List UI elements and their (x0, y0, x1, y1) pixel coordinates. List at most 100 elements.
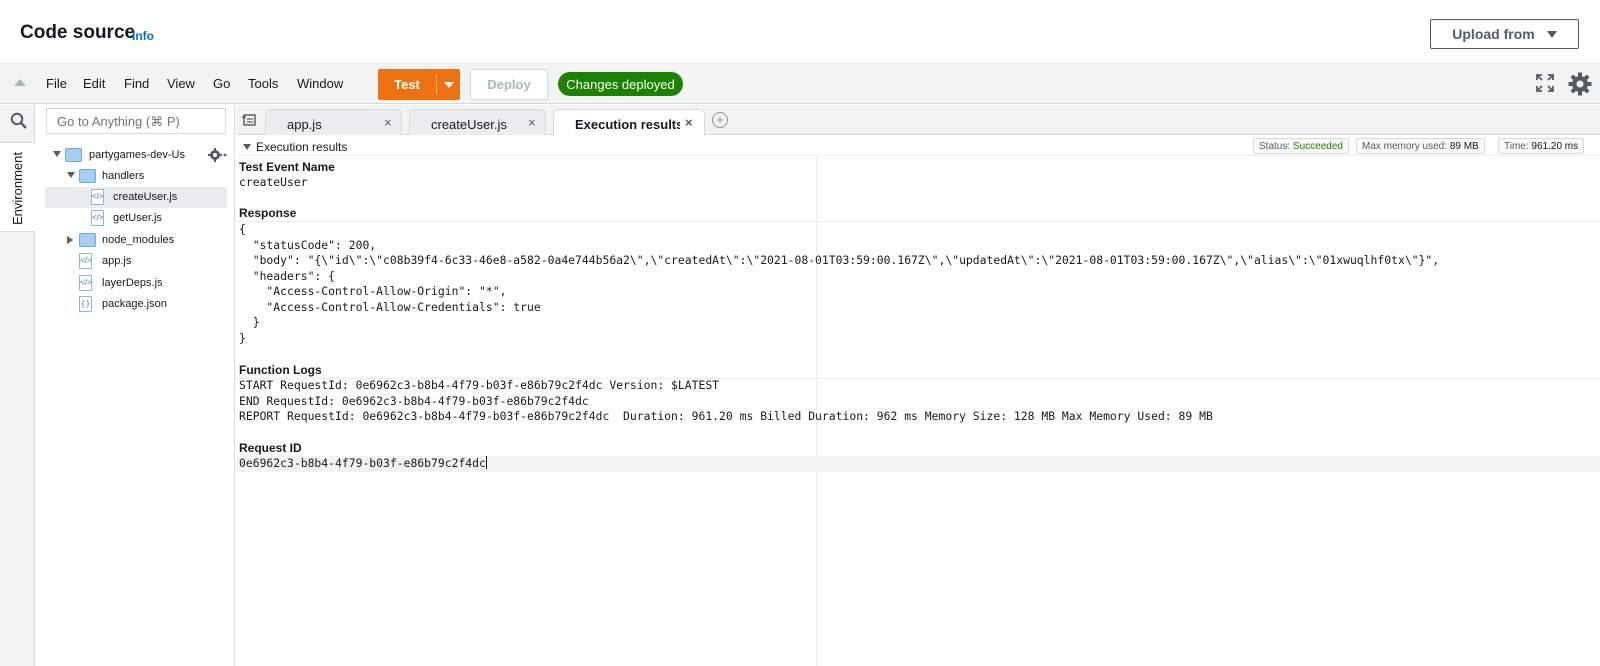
menu-view[interactable]: View (167, 76, 195, 91)
execution-results-panel: Execution results Status: Succeeded Max … (236, 136, 1600, 666)
folder-icon (79, 233, 96, 247)
tab-app-js[interactable]: app.js × (265, 109, 402, 135)
time-indicator: Time: 961.20 ms (1498, 138, 1585, 154)
status-badge: Changes deployed (558, 72, 683, 96)
response-line: "headers": { (239, 268, 336, 283)
collapse-arrow-icon (67, 236, 73, 244)
expand-icon (53, 151, 61, 157)
side-rail: Environment (0, 105, 35, 666)
close-icon[interactable]: × (528, 115, 536, 130)
test-button[interactable]: Test (378, 69, 460, 100)
response-line: { (239, 222, 246, 236)
upload-from-button[interactable]: Upload from (1430, 19, 1579, 49)
max-memory-indicator: Max memory used: 89 MB (1356, 138, 1485, 154)
close-icon[interactable]: × (384, 115, 392, 130)
js-file-icon: </> (91, 189, 104, 205)
info-link[interactable]: Info (132, 29, 154, 43)
memory-value: 89 MB (1449, 141, 1479, 152)
js-file-icon: </> (79, 253, 92, 269)
function-logs-heading: Function Logs (239, 363, 322, 377)
log-line: END RequestId: 0e6962c3-b8b4-4f79-b03f-e… (239, 393, 589, 408)
upload-from-label: Upload from (1452, 26, 1535, 42)
tree-item-label: layerDeps.js (102, 277, 163, 289)
menu-go[interactable]: Go (213, 76, 230, 91)
search-icon[interactable] (10, 112, 27, 129)
expand-icon (67, 172, 75, 178)
gear-icon[interactable] (1568, 72, 1592, 96)
add-tab-icon[interactable]: + (712, 112, 728, 128)
response-line: } (239, 330, 246, 345)
collapse-icon[interactable] (243, 144, 251, 150)
menu-file[interactable]: File (46, 76, 67, 91)
test-dropdown-toggle[interactable] (437, 81, 460, 88)
log-line: START RequestId: 0e6962c3-b8b4-4f79-b03f… (239, 378, 720, 392)
close-icon[interactable]: × (685, 115, 693, 130)
request-id-heading: Request ID (239, 441, 302, 455)
js-file-icon: </> (91, 210, 104, 226)
caret-down-icon (1546, 30, 1557, 38)
tree-item-label: createUser.js (113, 191, 178, 203)
environment-label: Environment (10, 152, 25, 225)
caret-down-icon (443, 81, 454, 88)
test-event-heading: Test Event Name (239, 160, 335, 174)
tree-file-package-json[interactable]: { } package.json (45, 294, 227, 315)
tab-label: app.js (287, 117, 322, 132)
tree-file-app[interactable]: </> app.js (45, 251, 227, 272)
lambda-code-source: Code source Info Upload from File Edit F… (0, 0, 1600, 666)
menu-edit[interactable]: Edit (83, 76, 105, 91)
tree-item-label: node_modules (102, 234, 175, 246)
tree-file-createuser[interactable]: </> createUser.js (45, 187, 227, 208)
log-line: REPORT RequestId: 0e6962c3-b8b4-4f79-b03… (239, 409, 1213, 423)
status-value: Succeeded (1292, 141, 1343, 152)
tree-item-label: handlers (102, 170, 145, 182)
js-file-icon: </> (79, 275, 92, 291)
tab-label: createUser.js (431, 117, 507, 132)
collapse-icon[interactable] (14, 79, 26, 86)
tree-folder-handlers[interactable]: handlers (45, 166, 227, 187)
tree-item-label: app.js (102, 255, 132, 267)
menu-tools[interactable]: Tools (248, 76, 278, 91)
fullscreen-icon[interactable] (1536, 74, 1554, 92)
tree-folder-node-modules[interactable]: node_modules (45, 230, 227, 251)
test-event-value: createUser (239, 175, 308, 189)
response-line: "Access-Control-Allow-Origin": "*", (239, 284, 507, 298)
response-line: "Access-Control-Allow-Credentials": true (239, 299, 541, 314)
memory-label: Max memory used: (1362, 141, 1448, 152)
go-to-anything-input[interactable] (46, 108, 226, 134)
tab-list-icon[interactable] (242, 114, 256, 126)
response-heading: Response (239, 206, 297, 220)
menu-find[interactable]: Find (124, 76, 149, 91)
response-line: "statusCode": 200, (239, 237, 377, 252)
request-id-line[interactable]: 0e6962c3-b8b4-4f79-b03f-e86b79c2f4dc (239, 456, 487, 472)
time-value: 961.20 ms (1531, 141, 1579, 152)
gear-icon[interactable] (208, 147, 228, 163)
divider (236, 221, 1600, 222)
tab-execution-results[interactable]: Execution results × (553, 109, 705, 136)
code-source-header: Code source Info Upload from (0, 0, 1600, 64)
tree-item-label: partygames-dev-Use (89, 149, 185, 161)
test-button-label: Test (394, 77, 420, 92)
editor-tab-bar: app.js × createUser.js × Execution resul… (236, 105, 1600, 136)
tree-folder-root[interactable]: partygames-dev-Use (45, 145, 227, 166)
page-title: Code source (20, 22, 136, 43)
time-label: Time: (1504, 141, 1529, 152)
tree-file-layerdeps[interactable]: </> layerDeps.js (45, 273, 227, 294)
tree-file-getuser[interactable]: </> getUser.js (45, 208, 227, 229)
request-id-value: 0e6962c3-b8b4-4f79-b03f-e86b79c2f4dc (239, 456, 486, 470)
environment-tab[interactable]: Environment (0, 142, 35, 232)
execution-results-header[interactable]: Execution results Status: Succeeded Max … (236, 136, 1600, 156)
text-cursor (485, 456, 487, 469)
response-line: } (239, 315, 260, 329)
status-label: Status: (1259, 141, 1291, 152)
response-line: "body": "{\"id\":\"c08b39f4-6c33-46e8-a5… (239, 253, 1440, 267)
tree-item-label: getUser.js (113, 212, 162, 224)
tab-createuser-js[interactable]: createUser.js × (409, 109, 546, 135)
tree-item-label: package.json (102, 298, 167, 310)
ide-toolbar: File Edit Find View Go Tools Window Test… (0, 64, 1600, 104)
execution-results-title: Execution results (256, 140, 348, 154)
folder-icon (79, 169, 96, 183)
file-tree-panel: partygames-dev-Use handlers </> createUs… (35, 105, 235, 666)
deploy-button[interactable]: Deploy (470, 69, 548, 100)
folder-icon (65, 148, 82, 162)
menu-window[interactable]: Window (297, 76, 343, 91)
